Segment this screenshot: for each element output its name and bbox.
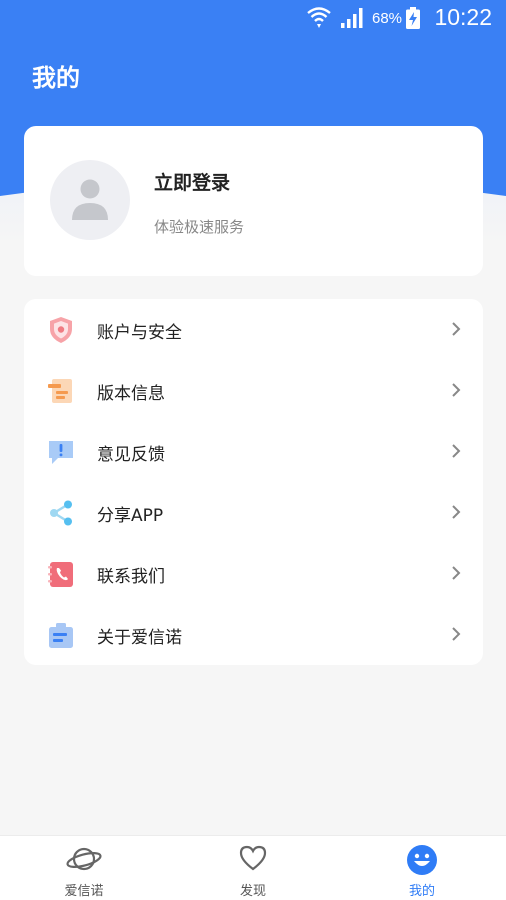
avatar[interactable] — [50, 160, 130, 240]
menu-item-label: 分享APP — [97, 506, 164, 526]
chevron-right-icon — [452, 383, 461, 397]
chevron-right-icon — [452, 505, 461, 519]
menu-item-contact-us[interactable]: 联系我们 — [24, 543, 483, 604]
menu-item-version-info[interactable]: 版本信息 — [24, 360, 483, 421]
phone-icon — [48, 562, 73, 587]
status-bar: 68% 10:22 — [0, 0, 506, 36]
share-icon — [50, 500, 72, 526]
menu-item-label: 联系我们 — [97, 567, 165, 587]
chevron-right-icon — [452, 566, 461, 580]
chevron-right-icon — [452, 444, 461, 458]
menu-item-about[interactable]: 关于爱信诺 — [24, 604, 483, 665]
login-subtitle: 体验极速服务 — [154, 218, 245, 236]
menu-item-feedback[interactable]: 意见反馈 — [24, 421, 483, 482]
menu-item-label: 意见反馈 — [97, 445, 165, 465]
wifi-icon — [307, 7, 331, 28]
menu-item-label: 关于爱信诺 — [97, 628, 182, 648]
menu-item-label: 版本信息 — [97, 384, 165, 404]
login-title[interactable]: 立即登录 — [154, 168, 230, 195]
tab-label: 我的 — [408, 884, 435, 899]
menu-item-account-security[interactable]: 账户与安全 — [24, 299, 483, 360]
user-icon — [72, 179, 108, 220]
tab-label: 爱信诺 — [64, 884, 104, 899]
tab-home[interactable]: 爱信诺 — [0, 836, 168, 900]
planet-icon — [66, 847, 102, 871]
briefcase-icon — [49, 623, 73, 648]
smiley-icon — [407, 845, 437, 875]
bottom-nav: 爱信诺 发现 我的 — [0, 835, 506, 900]
status-time: 10:22 — [434, 4, 492, 30]
signal-icon — [341, 8, 363, 28]
page-title: 我的 — [32, 64, 80, 92]
profile-login-card[interactable]: 立即登录 体验极速服务 — [24, 126, 483, 276]
menu-item-share-app[interactable]: 分享APP — [24, 482, 483, 543]
document-icon — [48, 379, 72, 403]
menu-item-label: 账户与安全 — [97, 323, 182, 343]
tab-mine[interactable]: 我的 — [338, 836, 506, 900]
shield-icon — [50, 317, 72, 343]
heart-icon — [239, 845, 267, 871]
tab-label: 发现 — [239, 884, 266, 899]
tab-discover[interactable]: 发现 — [169, 836, 337, 900]
chevron-right-icon — [452, 322, 461, 336]
menu-list: 账户与安全 版本信息 意见反馈 分享APP 联系我们 关于爱信诺 — [24, 299, 483, 665]
battery-charging-icon — [406, 7, 420, 29]
feedback-icon — [49, 441, 73, 464]
battery-percent: 68% — [372, 10, 403, 27]
chevron-right-icon — [452, 627, 461, 641]
